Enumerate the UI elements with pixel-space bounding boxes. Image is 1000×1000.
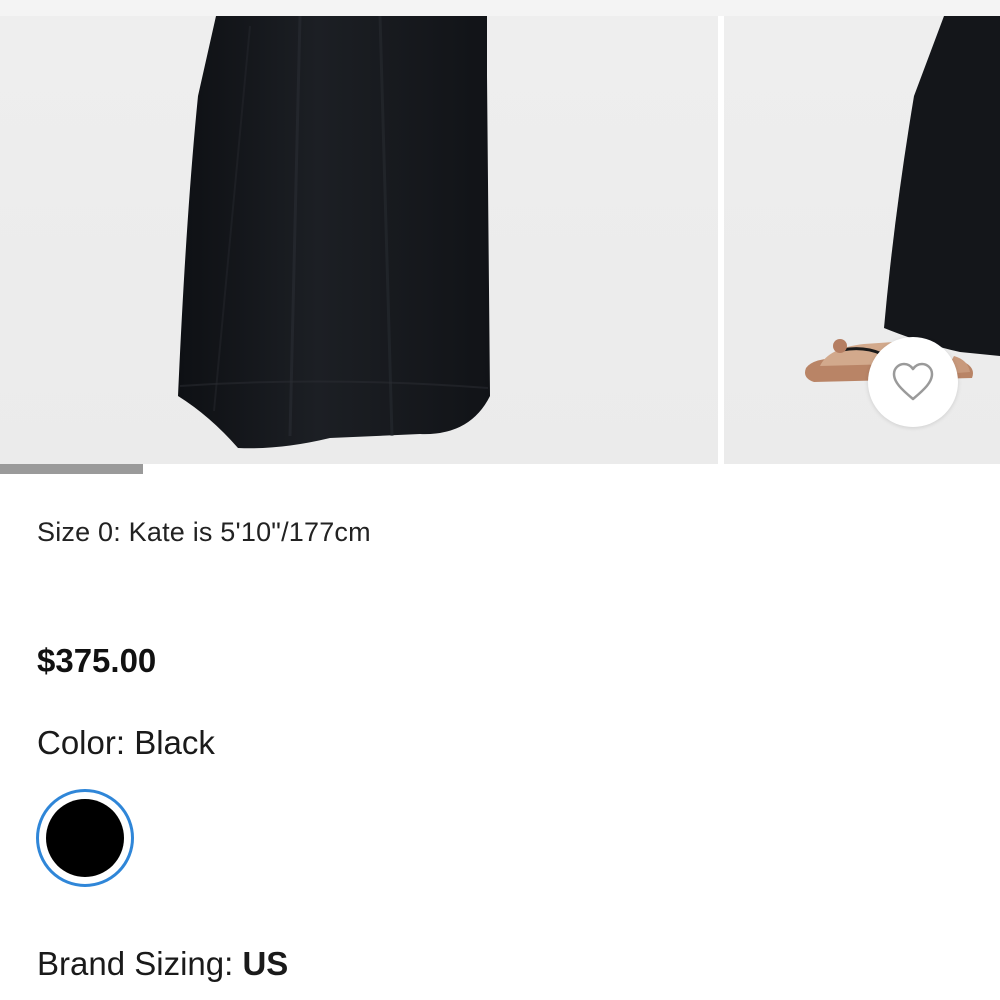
favorite-button[interactable] xyxy=(868,337,958,427)
brand-sizing-label: Brand Sizing: xyxy=(37,945,243,982)
gallery-progress-track xyxy=(0,464,1000,474)
top-divider xyxy=(0,0,1000,16)
product-image-front[interactable] xyxy=(0,16,718,464)
color-swatch-black[interactable] xyxy=(36,789,134,887)
product-price: $375.00 xyxy=(37,642,157,679)
brand-sizing-row: Brand Sizing: US xyxy=(37,945,288,983)
color-swatch-dot xyxy=(46,799,124,877)
skirt-front-illustration xyxy=(178,16,490,449)
product-image-side[interactable] xyxy=(724,16,1000,464)
color-value: Black xyxy=(134,724,215,761)
image-gallery[interactable] xyxy=(0,16,1000,464)
color-label-row: Color: Black xyxy=(37,724,215,762)
brand-sizing-value: US xyxy=(242,945,289,982)
skirt-side-illustration xyxy=(805,16,1000,382)
gallery-progress-fill xyxy=(0,464,143,474)
heart-outline-icon xyxy=(892,362,934,401)
color-label: Color: xyxy=(37,724,135,761)
model-size-note: Size 0: Kate is 5'10"/177cm xyxy=(37,517,371,547)
product-page: Size 0: Kate is 5'10"/177cm $375.00 Colo… xyxy=(0,0,1000,1000)
